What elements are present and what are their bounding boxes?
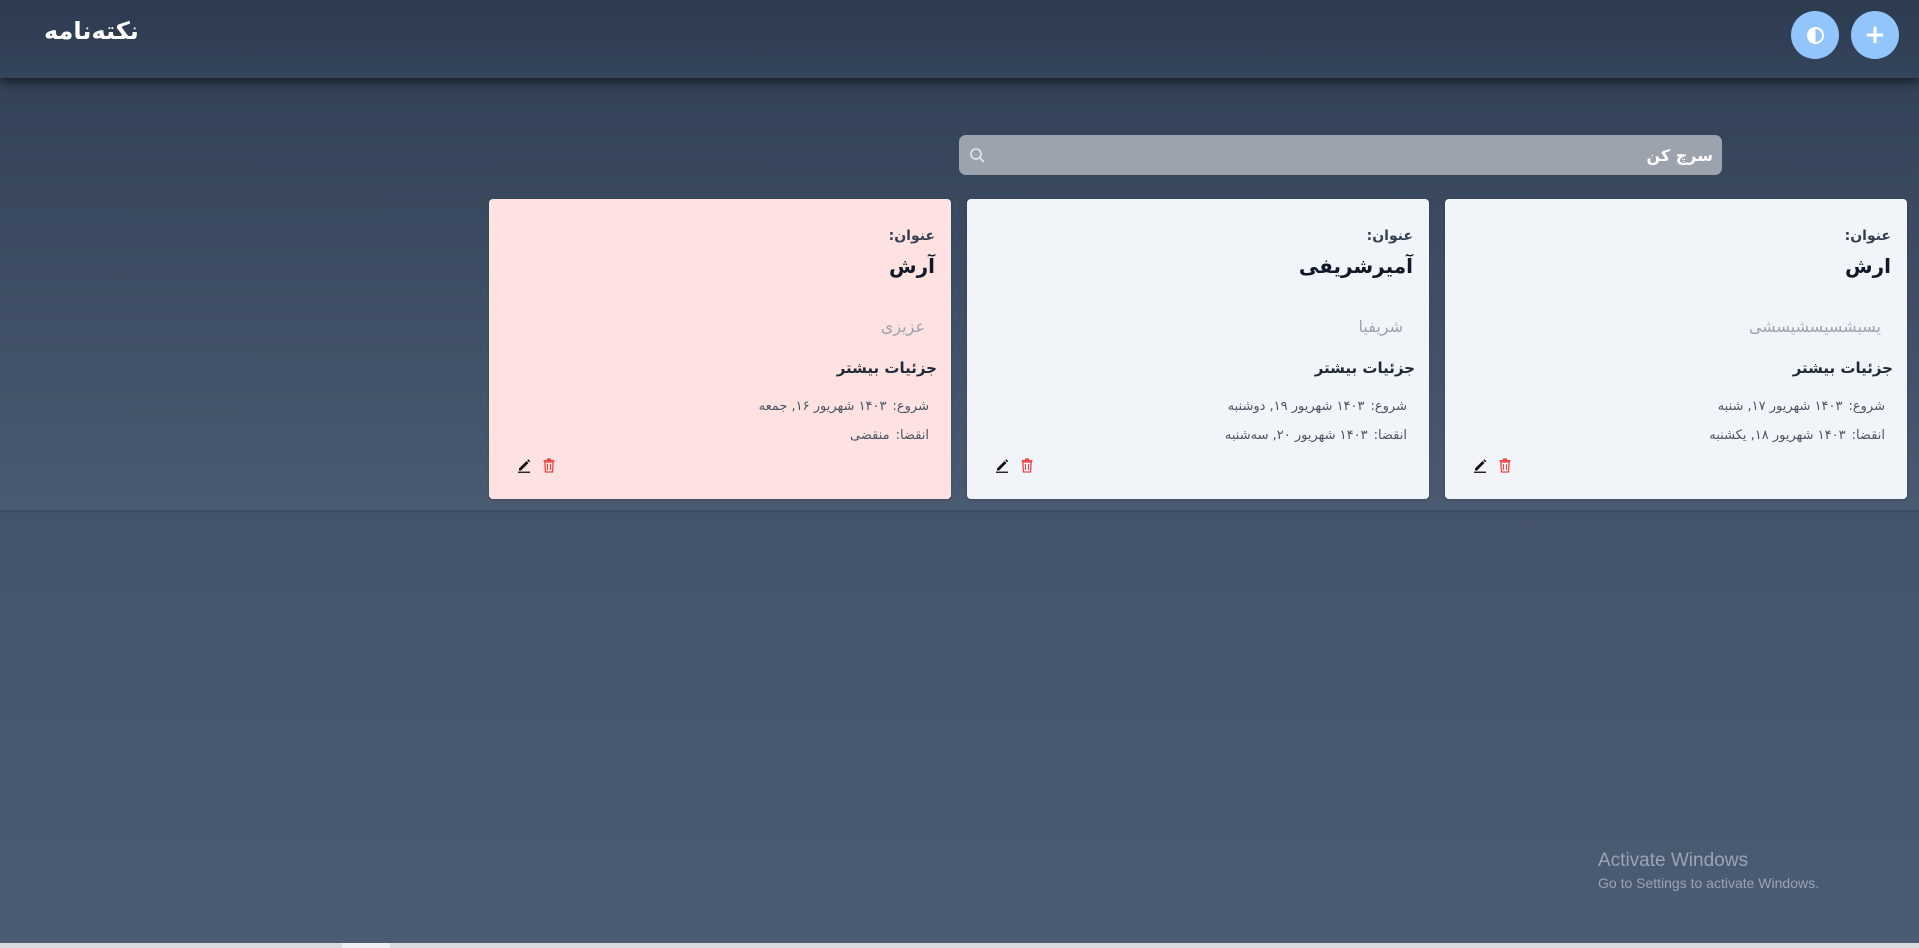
note-card: عنوان: آمیرشریفی شریفیا جزئیات بیشتر شرو… xyxy=(967,199,1429,499)
search-icon[interactable] xyxy=(969,147,985,163)
navbar: نکته‌نامه + xyxy=(0,0,1919,78)
card-end-date: انقضا: ۱۴۰۳ شهریور ۱۸, یکشنبه xyxy=(1703,428,1885,443)
end-label: انقضا: xyxy=(895,428,929,443)
half-circle-icon xyxy=(1806,26,1824,44)
end-value: ۱۴۰۳ شهریور ۱۸, یکشنبه xyxy=(1709,428,1846,443)
more-details-link[interactable]: جزئیات بیشتر xyxy=(1315,359,1415,377)
end-value: منقضی xyxy=(850,428,890,443)
more-details-link[interactable]: جزئیات بیشتر xyxy=(837,359,937,377)
edit-button[interactable] xyxy=(1470,455,1490,475)
horizontal-scrollbar[interactable] xyxy=(0,943,1919,948)
trash-icon xyxy=(1499,458,1511,473)
scrollbar-thumb[interactable] xyxy=(342,943,390,948)
card-description: شریفیا xyxy=(1358,317,1403,336)
card-title-label: عنوان: xyxy=(1366,228,1413,244)
card-title: ارش xyxy=(1845,254,1891,278)
add-note-button[interactable]: + xyxy=(1851,11,1899,59)
start-value: ۱۴۰۳ شهریور ۱۷, شنبه xyxy=(1717,399,1843,414)
end-label: انقضا: xyxy=(1851,428,1885,443)
start-label: شروع: xyxy=(1370,399,1407,414)
delete-button[interactable] xyxy=(1495,455,1515,475)
card-end-date: انقضا: ۱۴۰۳ شهریور ۲۰, سه‌شنبه xyxy=(1219,428,1407,443)
card-description: یسبشسیسشیسشی xyxy=(1748,317,1881,336)
edit-button[interactable] xyxy=(514,455,534,475)
content-divider xyxy=(0,510,1919,512)
edit-button[interactable] xyxy=(992,455,1012,475)
card-title: آرش xyxy=(889,254,935,278)
start-value: ۱۴۰۳ شهریور ۱۹, دوشنبه xyxy=(1227,399,1365,414)
trash-icon xyxy=(1021,458,1033,473)
card-start-date: شروع: ۱۴۰۳ شهریور ۱۹, دوشنبه xyxy=(1222,399,1407,414)
search-bar xyxy=(959,135,1722,175)
app-page: نکته‌نامه + عنوان: ارش یسبشسیسشیسشی جزئی… xyxy=(0,0,1919,948)
start-label: شروع: xyxy=(1848,399,1885,414)
plus-icon: + xyxy=(1864,20,1886,50)
delete-button[interactable] xyxy=(1017,455,1037,475)
card-title: آمیرشریفی xyxy=(1298,254,1413,278)
search-input[interactable] xyxy=(995,135,1713,175)
card-title-label: عنوان: xyxy=(888,228,935,244)
trash-icon xyxy=(543,458,555,473)
pencil-icon xyxy=(518,459,531,473)
windows-activation-watermark: Activate Windows Go to Settings to activ… xyxy=(1598,850,1819,891)
card-start-date: شروع: ۱۴۰۳ شهریور ۱۶, جمعه xyxy=(753,399,929,414)
card-end-date: انقضا: منقضی xyxy=(844,428,929,443)
start-value: ۱۴۰۳ شهریور ۱۶, جمعه xyxy=(758,399,887,414)
card-title-label: عنوان: xyxy=(1844,228,1891,244)
delete-button[interactable] xyxy=(539,455,559,475)
card-start-date: شروع: ۱۴۰۳ شهریور ۱۷, شنبه xyxy=(1712,399,1885,414)
note-card-expired: عنوان: آرش عزیزی جزئیات بیشتر شروع: ۱۴۰۳ … xyxy=(489,199,951,499)
card-description: عزیزی xyxy=(880,317,925,336)
note-card: عنوان: ارش یسبشسیسشیسشی جزئیات بیشتر شرو… xyxy=(1445,199,1907,499)
more-details-link[interactable]: جزئیات بیشتر xyxy=(1793,359,1893,377)
watermark-subtitle: Go to Settings to activate Windows. xyxy=(1598,875,1819,891)
start-label: شروع: xyxy=(892,399,929,414)
end-value: ۱۴۰۳ شهریور ۲۰, سه‌شنبه xyxy=(1224,428,1368,443)
theme-toggle-button[interactable] xyxy=(1791,11,1839,59)
end-label: انقضا: xyxy=(1373,428,1407,443)
brand-logo[interactable]: نکته‌نامه xyxy=(44,17,139,45)
watermark-title: Activate Windows xyxy=(1598,850,1748,871)
pencil-icon xyxy=(1474,459,1487,473)
pencil-icon xyxy=(996,459,1009,473)
